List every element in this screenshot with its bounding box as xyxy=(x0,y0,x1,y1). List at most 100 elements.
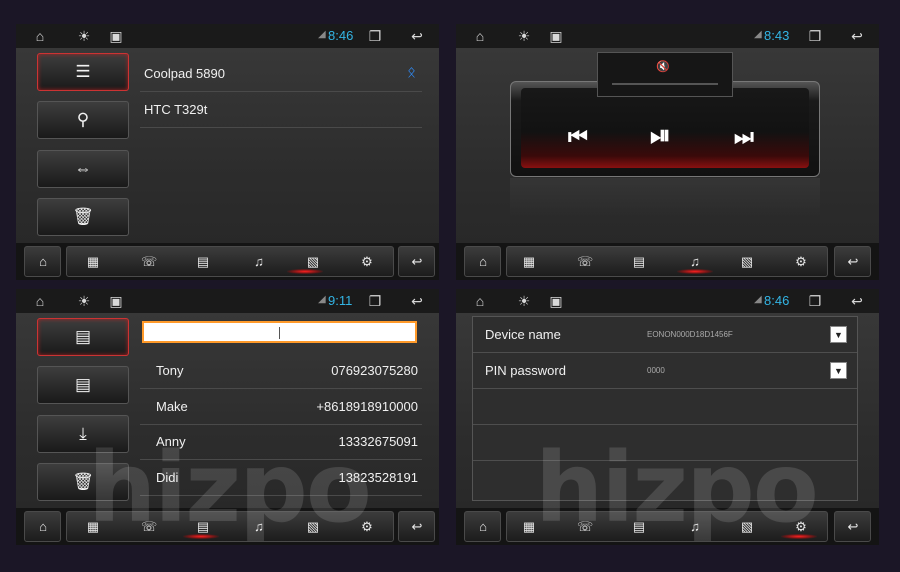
back-icon: ↩ xyxy=(411,519,423,534)
list-icon: ☰ xyxy=(75,62,91,81)
play-pause-icon[interactable]: ⏯ xyxy=(650,120,671,152)
clock: 9:11 xyxy=(328,293,353,308)
empty-row xyxy=(473,389,857,425)
back-icon: ↩ xyxy=(847,519,859,534)
contacts-icon[interactable]: ▤ xyxy=(195,254,211,270)
brightness-icon[interactable]: ☀ xyxy=(76,28,92,44)
home-icon: ⌂ xyxy=(39,519,47,534)
bt-device-icon[interactable]: ▧ xyxy=(739,254,755,270)
home-button[interactable]: ⌂ xyxy=(24,246,61,277)
home-icon: ⌂ xyxy=(39,254,47,269)
call-log-icon[interactable]: ☏ xyxy=(141,254,157,270)
brightness-icon[interactable]: ☀ xyxy=(516,293,532,309)
volume-popup: 🔇 xyxy=(597,52,733,97)
contact-number: +8618918910000 xyxy=(316,399,418,414)
search-icon: ⚲ xyxy=(76,110,90,129)
recent-apps-icon[interactable]: ❐ xyxy=(367,28,383,44)
sim-contacts-button[interactable]: ▤ xyxy=(37,366,129,404)
pin-password-row[interactable]: PIN password 0000 ▼ xyxy=(473,353,857,389)
dialpad-icon[interactable]: ▦ xyxy=(85,254,101,270)
home-button[interactable]: ⌂ xyxy=(24,511,61,542)
home-icon[interactable]: ⌂ xyxy=(32,28,48,44)
home-icon[interactable]: ⌂ xyxy=(32,293,48,309)
gallery-icon[interactable]: ▣ xyxy=(108,293,124,309)
device-list-button[interactable]: ☰ xyxy=(37,53,129,91)
signal-icon: ◢ xyxy=(754,29,762,40)
setting-value: EONON000D18D1456F xyxy=(647,330,733,339)
status-bar: ⌂ ☀ ▣ ◢ 8:46 ❐ ↩ xyxy=(456,289,879,313)
signal-icon: ◢ xyxy=(754,294,762,305)
contact-search-input[interactable] xyxy=(142,321,417,343)
back-icon[interactable]: ↩ xyxy=(849,293,865,309)
connect-button[interactable]: ⇔ xyxy=(37,150,129,188)
gallery-icon[interactable]: ▣ xyxy=(108,28,124,44)
back-button[interactable]: ↩ xyxy=(398,246,435,277)
dropdown-arrow-icon[interactable]: ▼ xyxy=(830,326,847,343)
music-icon[interactable]: ♫ xyxy=(687,254,703,270)
clock: 8:46 xyxy=(764,293,790,308)
device-row[interactable]: Coolpad 5890 ᛟ xyxy=(140,56,422,92)
device-row[interactable]: HTC T329t xyxy=(140,92,422,128)
gallery-icon[interactable]: ▣ xyxy=(548,28,564,44)
dropdown-arrow-icon[interactable]: ▼ xyxy=(830,362,847,379)
brightness-icon[interactable]: ☀ xyxy=(516,28,532,44)
search-device-button[interactable]: ⚲ xyxy=(37,101,129,139)
recent-apps-icon[interactable]: ❐ xyxy=(367,293,383,309)
contact-number: 076923075280 xyxy=(331,363,418,378)
home-button[interactable]: ⌂ xyxy=(464,511,501,542)
setting-label: PIN password xyxy=(485,363,566,378)
back-button[interactable]: ↩ xyxy=(398,511,435,542)
contacts-icon[interactable]: ▤ xyxy=(631,254,647,270)
text-caret xyxy=(279,327,280,339)
back-icon[interactable]: ↩ xyxy=(409,293,425,309)
device-name: Coolpad 5890 xyxy=(144,66,225,81)
player-reflection xyxy=(510,178,820,218)
call-log-icon[interactable]: ☏ xyxy=(577,254,593,270)
contact-row[interactable]: Make +8618918910000 xyxy=(140,389,422,425)
back-button[interactable]: ↩ xyxy=(834,246,871,277)
setting-label: Device name xyxy=(485,327,561,342)
home-icon: ⌂ xyxy=(479,519,487,534)
bottom-nav: ⌂ ▦ ☏ ▤ ♫ ▧ ⚙ ↩ xyxy=(16,243,439,280)
bt-device-icon[interactable]: ▧ xyxy=(305,254,321,270)
delete-button[interactable]: 🗑 xyxy=(37,198,129,236)
active-tab-indicator xyxy=(287,269,323,274)
bluetooth-devices-panel: ⌂ ☀ ▣ ◢ 8:46 ❐ ↩ ☰ ⚲ ⇔ 🗑 Coolpad 5890 ᛟ … xyxy=(16,24,439,280)
recent-apps-icon[interactable]: ❐ xyxy=(807,28,823,44)
recent-apps-icon[interactable]: ❐ xyxy=(807,293,823,309)
mute-icon[interactable]: 🔇 xyxy=(656,60,670,73)
status-bar: ⌂ ☀ ▣ ◢ 9:11 ❐ ↩ xyxy=(16,289,439,313)
device-name-row[interactable]: Device name EONON000D18D1456F ▼ xyxy=(473,317,857,353)
active-tab-indicator xyxy=(677,269,713,274)
home-button[interactable]: ⌂ xyxy=(464,246,501,277)
home-icon: ⌂ xyxy=(479,254,487,269)
clock: 8:46 xyxy=(328,28,354,43)
clock: 8:43 xyxy=(764,28,790,43)
back-icon[interactable]: ↩ xyxy=(849,28,865,44)
phone-contacts-button[interactable]: ▤ xyxy=(37,318,129,356)
contact-name: Make xyxy=(156,399,188,414)
contact-row[interactable]: Tony 076923075280 xyxy=(140,353,422,389)
volume-slider[interactable] xyxy=(612,83,718,85)
back-icon[interactable]: ↩ xyxy=(409,28,425,44)
settings-icon[interactable]: ⚙ xyxy=(793,254,809,270)
download-icon: ⤓ xyxy=(79,424,87,443)
music-icon[interactable]: ♫ xyxy=(251,254,267,270)
status-bar: ⌂ ☀ ▣ ◢ 8:46 ❐ ↩ xyxy=(16,24,439,48)
back-icon: ↩ xyxy=(847,254,859,269)
gallery-icon[interactable]: ▣ xyxy=(548,293,564,309)
next-track-icon[interactable]: ⏭ xyxy=(734,124,754,150)
home-icon[interactable]: ⌂ xyxy=(472,28,488,44)
back-button[interactable]: ↩ xyxy=(834,511,871,542)
brightness-icon[interactable]: ☀ xyxy=(76,293,92,309)
dialpad-icon[interactable]: ▦ xyxy=(521,254,537,270)
contacts-icon: ▤ xyxy=(74,327,92,346)
previous-track-icon[interactable]: ⏮ xyxy=(568,124,588,150)
settings-icon[interactable]: ⚙ xyxy=(359,254,375,270)
contact-name: Tony xyxy=(156,363,184,378)
bt-function-bar: ▦ ☏ ▤ ♫ ▧ ⚙ xyxy=(506,246,828,277)
home-icon[interactable]: ⌂ xyxy=(472,293,488,309)
bt-function-bar: ▦ ☏ ▤ ♫ ▧ ⚙ xyxy=(66,246,394,277)
status-bar: ⌂ ☀ ▣ ◢ 8:43 ❐ ↩ xyxy=(456,24,879,48)
back-icon: ↩ xyxy=(411,254,423,269)
